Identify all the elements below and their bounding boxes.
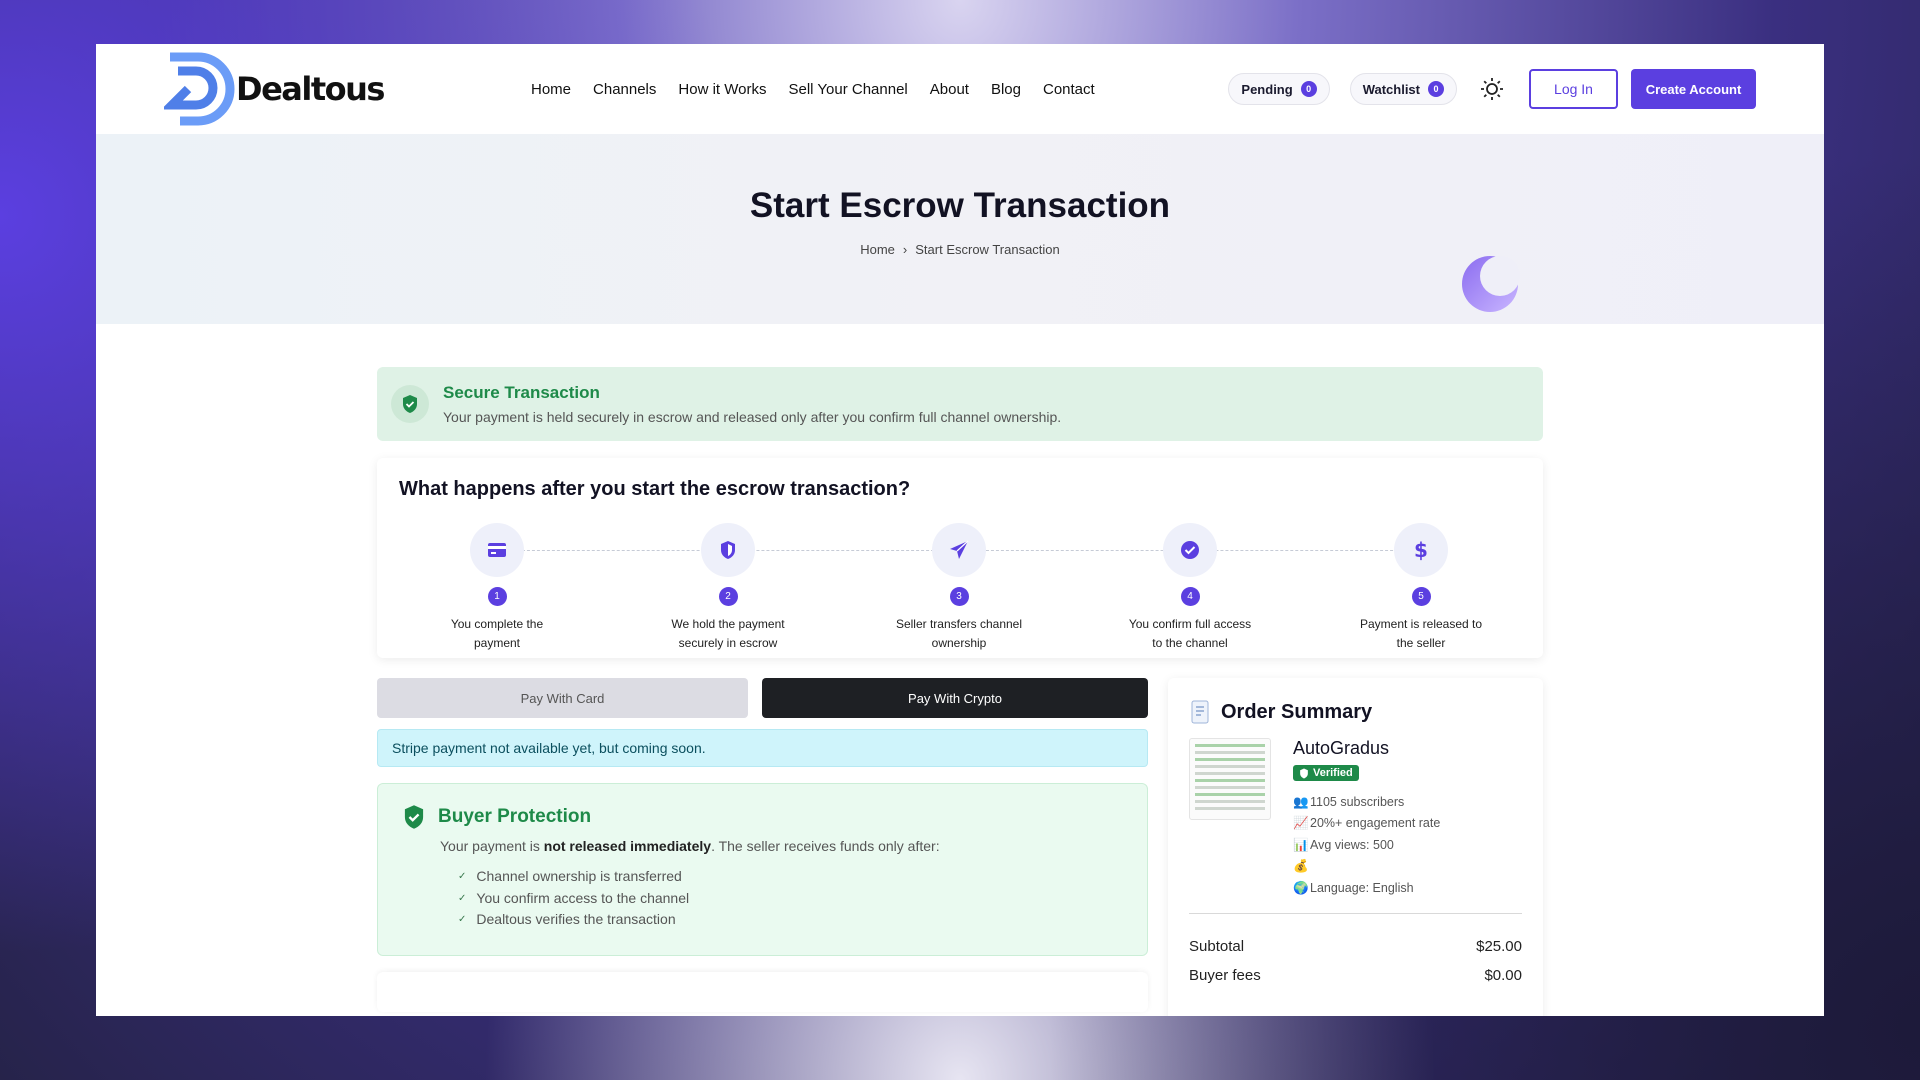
shield-check-icon — [1300, 768, 1308, 778]
nav-about[interactable]: About — [930, 81, 969, 98]
step-number: 4 — [1180, 587, 1200, 606]
step-5: $ 5 Payment is released to the seller — [1323, 523, 1519, 653]
stat-revenue: 💰 — [1293, 856, 1440, 878]
buyer-protection-list: ✓ Channel ownership is transferred ✓ You c… — [458, 866, 1123, 931]
shield-icon — [701, 523, 755, 577]
divider — [1189, 913, 1522, 914]
next-section-card — [377, 972, 1148, 1012]
send-icon — [932, 523, 986, 577]
stat-language: 🌍Language: English — [1293, 878, 1440, 900]
product-name[interactable]: AutoGradus — [1293, 738, 1440, 759]
logo-text: Dealtous — [236, 70, 385, 108]
money-bag-icon: 💰 — [1293, 859, 1309, 873]
check-icon: ✓ — [458, 914, 467, 925]
theme-toggle-sun-icon[interactable] — [1477, 74, 1507, 104]
watchlist-label: Watchlist — [1362, 81, 1420, 97]
step-1: 1 You complete the payment — [399, 523, 595, 653]
payment-method-tabs: Pay With Card Pay With Crypto — [377, 678, 1148, 718]
breadcrumb: Home › Start Escrow Transaction — [96, 242, 1824, 257]
buyer-protection-title: Buyer Protection — [438, 806, 592, 827]
order-summary-card: Order Summary AutoGradus Verified 👥1105 … — [1168, 678, 1543, 1016]
main-nav: Home Channels How it Works Sell Your Cha… — [531, 81, 1095, 98]
moon-decoration-icon — [1462, 256, 1520, 312]
tab-pay-with-crypto[interactable]: Pay With Crypto — [762, 678, 1148, 718]
steps-timeline: 1 You complete the payment 2 We hold the… — [399, 523, 1521, 653]
step-text: You confirm full access to the channel — [1128, 617, 1252, 650]
step-2: 2 We hold the payment securely in escrow — [630, 523, 826, 653]
stat-avg-views: 📊Avg views: 500 — [1293, 835, 1440, 857]
list-item: ✓ Channel ownership is transferred — [458, 866, 1123, 888]
nav-contact[interactable]: Contact — [1043, 81, 1095, 98]
site-header: Dealtous Home Channels How it Works Sell… — [96, 44, 1824, 134]
order-summary-title: Order Summary — [1221, 700, 1373, 723]
nav-home[interactable]: Home — [531, 81, 571, 98]
product-summary: AutoGradus Verified 👥1105 subscribers 📈2… — [1189, 738, 1522, 899]
chart-up-icon: 📈 — [1293, 816, 1309, 830]
page-title: Start Escrow Transaction — [749, 186, 1171, 225]
check-icon: ✓ — [458, 871, 467, 882]
step-text: Seller transfers channel ownership — [895, 617, 1023, 650]
step-number: 1 — [487, 587, 507, 606]
users-icon: 👥 — [1293, 794, 1309, 809]
step-4: 4 You confirm full access to the channel — [1092, 523, 1288, 653]
bar-chart-icon: 📊 — [1293, 837, 1309, 852]
secure-title: Secure Transaction — [443, 383, 600, 402]
credit-card-icon — [470, 523, 524, 577]
buyer-protection-text: Your payment is not released immediately… — [440, 838, 940, 854]
secure-transaction-banner: Secure Transaction Your payment is held … — [377, 367, 1543, 441]
dealtous-logo-icon — [164, 52, 235, 126]
stat-engagement: 📈20%+ engagement rate — [1293, 813, 1440, 835]
verified-badge: Verified — [1293, 765, 1359, 781]
pending-button[interactable]: Pending 0 — [1228, 73, 1330, 105]
step-text: Payment is released to the seller — [1359, 617, 1483, 650]
breadcrumb-separator-icon: › — [902, 242, 908, 257]
step-3: 3 Seller transfers channel ownership — [861, 523, 1057, 653]
shield-check-icon — [404, 805, 424, 829]
channel-stats: 👥1105 subscribers 📈20%+ engagement rate … — [1293, 792, 1440, 900]
logo[interactable]: Dealtous — [164, 51, 409, 127]
buyer-fees-row: Buyer fees $0.00 — [1189, 967, 1522, 984]
nav-sell-your-channel[interactable]: Sell Your Channel — [788, 81, 907, 98]
create-account-button[interactable]: Create Account — [1631, 69, 1756, 109]
watchlist-button[interactable]: Watchlist 0 — [1349, 73, 1457, 105]
steps-title: What happens after you start the escrow … — [399, 478, 911, 500]
check-icon: ✓ — [458, 892, 467, 904]
check-circle-icon — [1163, 523, 1217, 577]
watchlist-count-badge: 0 — [1428, 81, 1444, 97]
step-text: We hold the payment securely in escrow — [671, 617, 785, 650]
pending-label: Pending — [1241, 81, 1293, 97]
tab-pay-with-card[interactable]: Pay With Card — [377, 678, 748, 718]
shield-check-icon — [391, 385, 429, 423]
globe-icon: 🌍 — [1293, 880, 1309, 895]
secure-text: Your payment is held securely in escrow … — [443, 409, 1062, 425]
step-number: 3 — [949, 587, 969, 606]
stripe-unavailable-alert: Stripe payment not available yet, but co… — [377, 729, 1148, 767]
receipt-icon — [1191, 700, 1209, 724]
escrow-steps-card: What happens after you start the escrow … — [377, 458, 1543, 658]
breadcrumb-home[interactable]: Home — [860, 242, 895, 257]
step-text: You complete the payment — [450, 617, 544, 650]
nav-blog[interactable]: Blog — [991, 81, 1021, 98]
breadcrumb-current: Start Escrow Transaction — [915, 242, 1060, 257]
nav-how-it-works[interactable]: How it Works — [678, 81, 766, 98]
step-number: 5 — [1411, 587, 1431, 606]
pending-count-badge: 0 — [1300, 81, 1317, 97]
list-item: ✓ You confirm access to the channel — [458, 888, 1123, 910]
stat-subscribers: 👥1105 subscribers — [1293, 792, 1440, 814]
list-item: ✓ Dealtous verifies the transaction — [458, 909, 1123, 931]
login-button[interactable]: Log In — [1529, 69, 1618, 109]
buyer-protection-card: Buyer Protection Your payment is not rel… — [377, 783, 1148, 956]
subtotal-row: Subtotal $25.00 — [1189, 938, 1522, 955]
nav-channels[interactable]: Channels — [593, 81, 656, 98]
channel-thumbnail — [1189, 738, 1271, 820]
header-actions: Pending 0 Watchlist 0 Log In Create Acco… — [1228, 69, 1756, 109]
step-number: 2 — [718, 587, 738, 606]
page-hero: Start Escrow Transaction Home › Start Es… — [96, 134, 1824, 324]
dollar-icon: $ — [1394, 523, 1448, 577]
browser-page: Dealtous Home Channels How it Works Sell… — [96, 44, 1824, 1016]
